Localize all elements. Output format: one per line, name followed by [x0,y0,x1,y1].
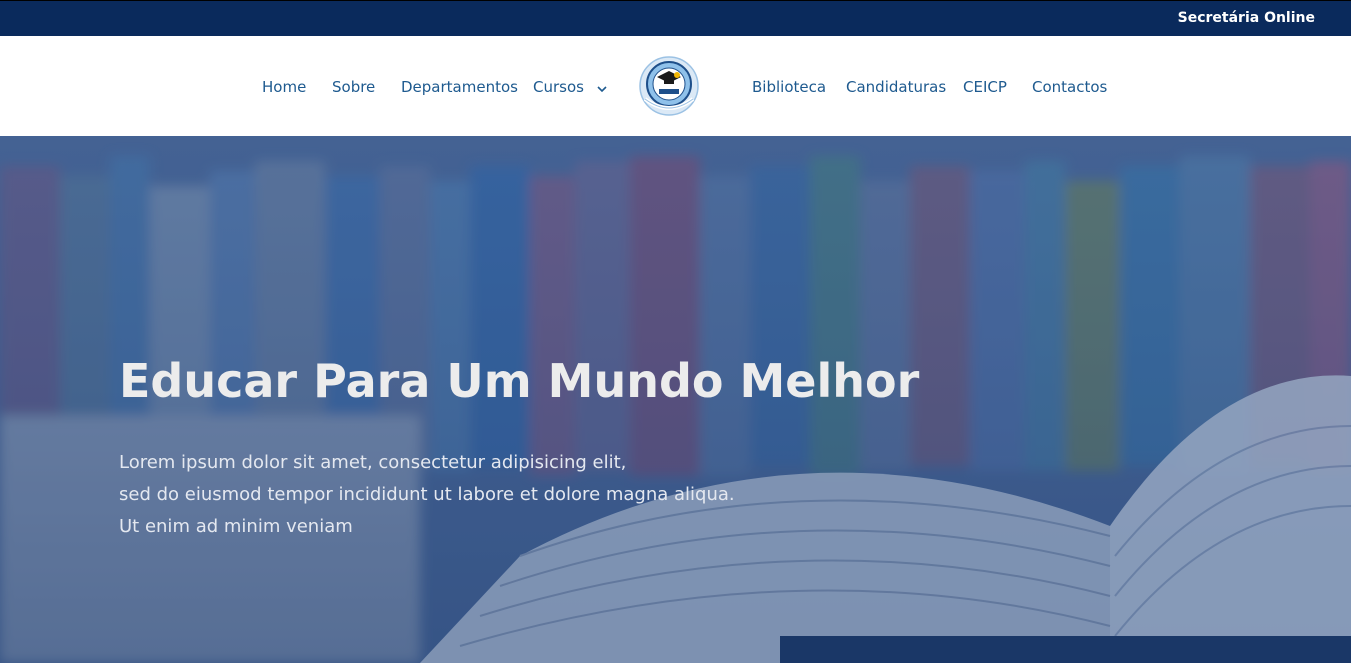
nav-candidaturas[interactable]: Candidaturas [846,78,946,96]
nav-home[interactable]: Home [262,78,306,96]
secretaria-online-link[interactable]: Secretária Online [1178,10,1315,26]
school-crest-logo[interactable] [636,53,702,119]
nav-ceicp[interactable]: CEICP [963,78,1007,96]
nav-contactos[interactable]: Contactos [1032,78,1107,96]
nav-sobre[interactable]: Sobre [332,78,375,96]
nav-cursos-label: Cursos [533,78,584,96]
hero-line-3: Ut enim ad minim veniam [119,516,353,537]
nav-cursos[interactable]: Cursos [533,78,607,97]
hero-line-1: Lorem ipsum dolor sit amet, consectetur … [119,452,627,473]
top-bar: Secretária Online [0,0,1351,36]
hero-line-2: sed do eiusmod tempor incididunt ut labo… [119,484,735,505]
main-navigation: Home Sobre Departamentos Cursos Bibliote… [0,36,1351,136]
hero-description: Lorem ipsum dolor sit amet, consectetur … [119,447,735,543]
hero-banner: Educar Para Um Mundo Melhor Lorem ipsum … [0,136,1351,663]
hero-title: Educar Para Um Mundo Melhor [119,354,920,408]
nav-biblioteca[interactable]: Biblioteca [752,78,826,96]
nav-departamentos[interactable]: Departamentos [401,78,518,96]
chevron-down-icon [597,79,607,97]
